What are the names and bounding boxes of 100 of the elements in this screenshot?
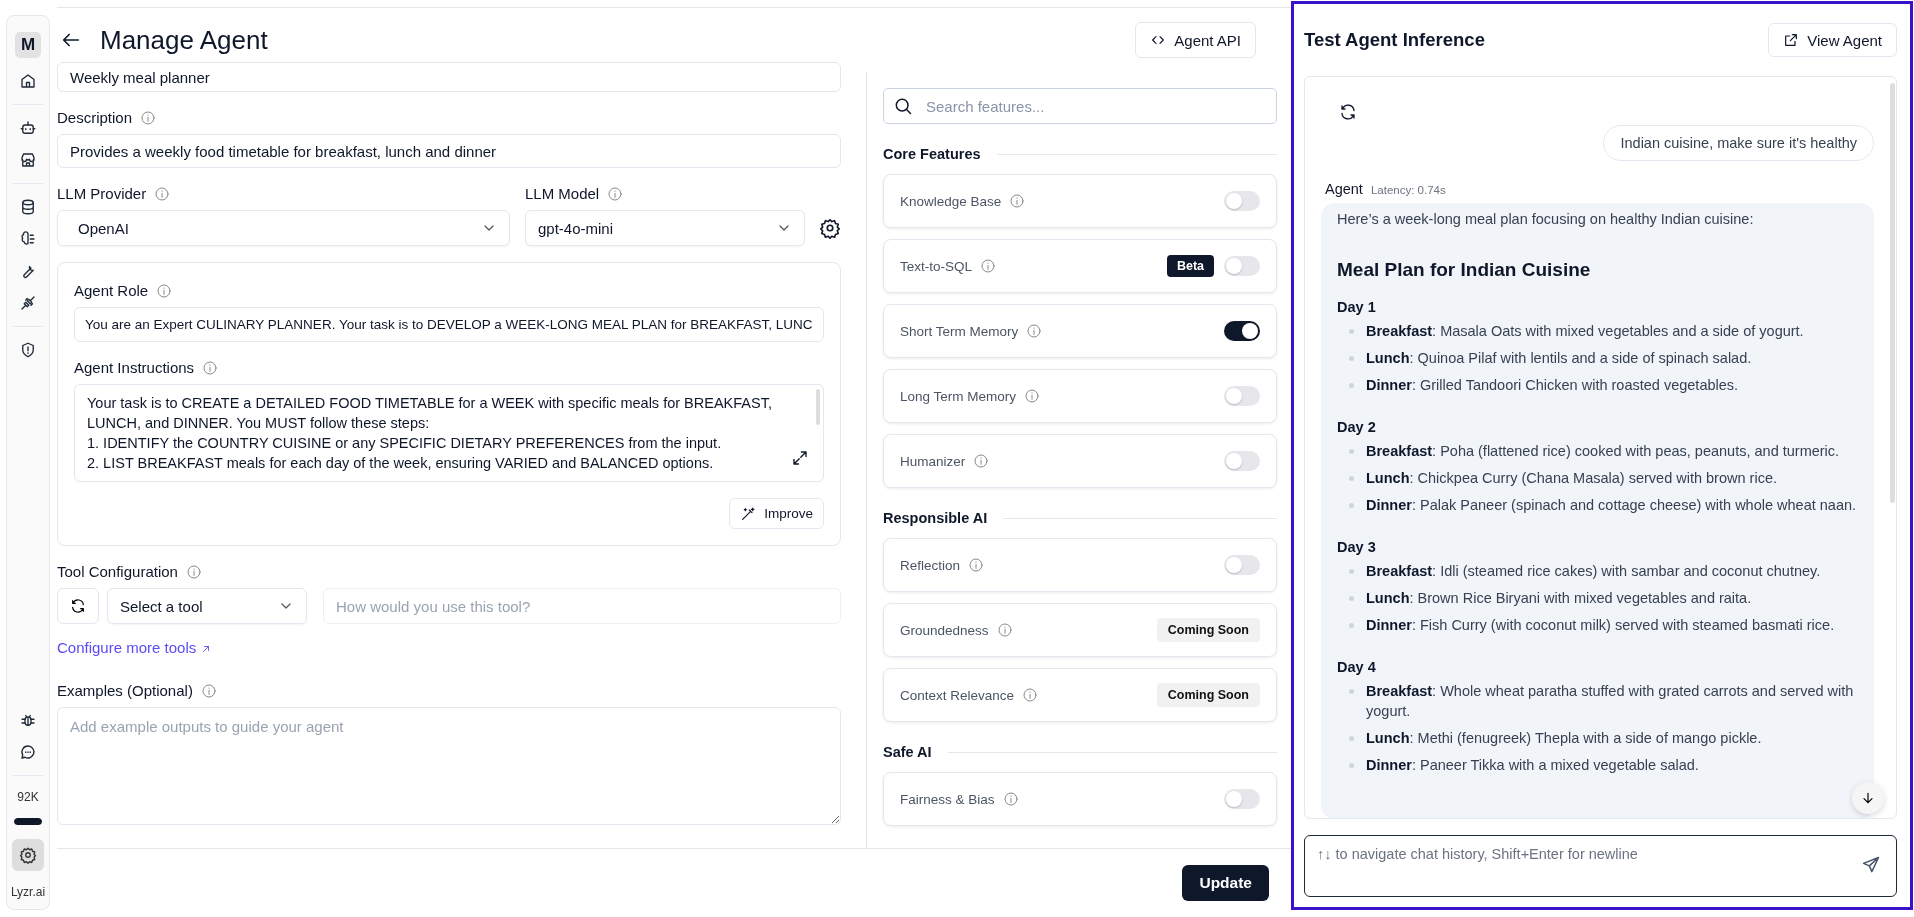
feature-label: Context Relevance	[900, 687, 1015, 703]
name-field[interactable]: Weekly meal planner	[57, 62, 841, 92]
toggle-switch[interactable]	[1224, 789, 1260, 809]
toggle-switch[interactable]	[1224, 321, 1260, 341]
info-icon[interactable]	[1009, 193, 1026, 209]
info-icon[interactable]	[140, 109, 157, 126]
info-icon[interactable]	[202, 359, 219, 376]
info-icon[interactable]	[1022, 687, 1039, 703]
workspace-avatar[interactable]: M	[15, 32, 41, 58]
bullet-icon	[1349, 569, 1354, 574]
chat-bubble-icon[interactable]	[19, 743, 37, 761]
provider-dropdown[interactable]: OpenAI	[57, 210, 510, 246]
toggle-switch[interactable]	[1224, 451, 1260, 471]
feature-label: Short Term Memory	[900, 323, 1019, 339]
store-icon[interactable]	[19, 151, 37, 169]
feature-label: Long Term Memory	[900, 388, 1017, 404]
expand-icon[interactable]	[791, 449, 809, 467]
info-icon[interactable]	[1026, 323, 1043, 339]
field-label: Agent Role	[74, 282, 149, 299]
toggle-switch[interactable]	[1224, 256, 1260, 276]
shield-icon[interactable]	[19, 341, 37, 359]
field-label: Examples (Optional)	[57, 682, 193, 699]
field-label: Agent Instructions	[74, 359, 195, 376]
settings-button[interactable]	[12, 839, 44, 871]
refresh-button[interactable]	[57, 588, 99, 624]
message-text: Here’s a week-long meal plan focusing on healthy Indian cuisine:	[1337, 211, 1755, 227]
meal-item: Breakfast: Masala Oats with mixed vegetables and a side of yogurt.	[1366, 322, 1804, 341]
meal-item: Breakfast: Whole wheat paratha stuffed with grated carrots and served with yogurt.	[1366, 682, 1855, 721]
toggle-switch[interactable]	[1224, 386, 1260, 406]
meal-item: Breakfast: Poha (flattened rice) cooked with peas, peanuts, and turmeric.	[1366, 442, 1840, 461]
refresh-icon	[70, 598, 86, 614]
beta-badge: Beta	[1166, 255, 1214, 277]
meal-item: Dinner: Fish Curry (with coconut milk) served with steamed basmati rice.	[1366, 616, 1835, 635]
view-agent-button[interactable]: View Agent	[1768, 23, 1897, 57]
info-icon[interactable]	[156, 282, 173, 299]
panel-title: Test Agent Inference	[1304, 29, 1485, 51]
bullet-icon	[1349, 763, 1354, 768]
improve-button[interactable]: Improve	[729, 498, 824, 529]
configure-tools-link[interactable]: Configure more tools	[57, 639, 213, 656]
external-link-icon	[1783, 32, 1800, 48]
info-icon[interactable]	[980, 258, 997, 274]
database-icon[interactable]	[19, 198, 37, 216]
section-title: Core Features	[883, 146, 981, 162]
feature-label: Text-to-SQL	[900, 258, 973, 274]
bullet-icon	[1349, 503, 1354, 508]
day-heading: Day 3	[1337, 539, 1377, 555]
bullet-icon	[1349, 623, 1354, 628]
info-icon[interactable]	[996, 622, 1013, 638]
info-icon[interactable]	[968, 557, 985, 573]
send-icon[interactable]	[1861, 855, 1881, 875]
field-label: Description	[57, 109, 133, 126]
usage-count: 92K	[17, 790, 39, 804]
latency-label: Latency: 0.74s	[1370, 184, 1446, 196]
plug-icon[interactable]	[19, 294, 37, 312]
info-icon[interactable]	[1024, 388, 1041, 404]
bullet-icon	[1349, 449, 1354, 454]
info-icon[interactable]	[185, 563, 202, 580]
examples-field[interactable]: Add example outputs to guide your agent	[57, 707, 841, 825]
day-heading: Day 4	[1337, 659, 1377, 675]
tool-usage-field[interactable]: How would you use this tool?	[323, 588, 841, 624]
brand-label: Lyzr.ai	[10, 885, 46, 899]
field-label: LLM Provider	[57, 185, 147, 202]
meal-item: Dinner: Paneer Tikka with a mixed vegetable salad.	[1366, 756, 1699, 775]
meal-item: Lunch: Methi (fenugreek) Thepla with a side of mango pickle.	[1366, 729, 1762, 748]
tool-dropdown[interactable]: Select a tool	[107, 588, 307, 624]
search-icon	[893, 96, 913, 116]
description-field[interactable]: Provides a weekly food timetable for breakfast, lunch and dinner	[57, 134, 841, 168]
meal-item: Lunch: Chickpea Curry (Chana Masala) served with brown rice.	[1366, 469, 1777, 488]
settings-icon[interactable]	[819, 217, 841, 239]
section-title: Safe AI	[883, 744, 932, 760]
model-dropdown[interactable]: gpt-4o-mini	[525, 210, 805, 246]
search-field[interactable]: Search features...	[883, 88, 1277, 124]
bullet-icon	[1349, 476, 1354, 481]
toggle-switch[interactable]	[1224, 555, 1260, 575]
info-icon[interactable]	[200, 682, 217, 699]
bullet-icon	[1349, 383, 1354, 388]
toggle-switch[interactable]	[1224, 191, 1260, 211]
robot-icon[interactable]	[19, 119, 37, 137]
refresh-icon[interactable]	[1339, 103, 1357, 121]
bullet-icon	[1349, 596, 1354, 601]
bullet-icon	[1349, 736, 1354, 741]
magic-wand-icon	[740, 505, 757, 522]
agent-api-button[interactable]: Agent API	[1135, 22, 1256, 58]
update-button[interactable]: Update	[1182, 865, 1269, 901]
agent-instructions-field[interactable]: Your task is to CREATE a DETAILED FOOD TIMETABLE for a WEEK with specific meals for BREAKFAST, LUNCH, and DINNER. You MUST follow these steps: 1. IDENTIFY the COUNTRY CUISINE or any SPECIFIC DIETARY PREFERENCES from the input. 2. LIST BREAKFAST meals for each day of the week, ensuring VARIED and BALANCED options.	[74, 384, 824, 482]
info-icon[interactable]	[154, 185, 171, 202]
message-heading: Meal Plan for Indian Cuisine	[1337, 259, 1592, 281]
day-heading: Day 2	[1337, 419, 1377, 435]
home-icon[interactable]	[19, 72, 37, 90]
feature-label: Groundedness	[900, 622, 989, 638]
info-icon[interactable]	[973, 453, 990, 469]
chat-input[interactable]: ↑↓ to navigate chat history, Shift+Enter for newline	[1304, 835, 1897, 897]
agent-role-field[interactable]: You are an Expert CULINARY PLANNER. Your task is to DEVELOP a WEEK-LONG MEAL PLAN for BREAKFAST, LUNC	[74, 307, 824, 342]
bullet-icon	[1349, 356, 1354, 361]
gear-icon	[19, 846, 37, 864]
info-icon[interactable]	[607, 185, 624, 202]
section-title: Responsible AI	[883, 510, 988, 526]
scroll-down-button[interactable]	[1852, 782, 1884, 814]
meal-item: Dinner: Palak Paneer (spinach and cottage cheese) with whole wheat naan.	[1366, 496, 1857, 515]
info-icon[interactable]	[1002, 791, 1019, 807]
